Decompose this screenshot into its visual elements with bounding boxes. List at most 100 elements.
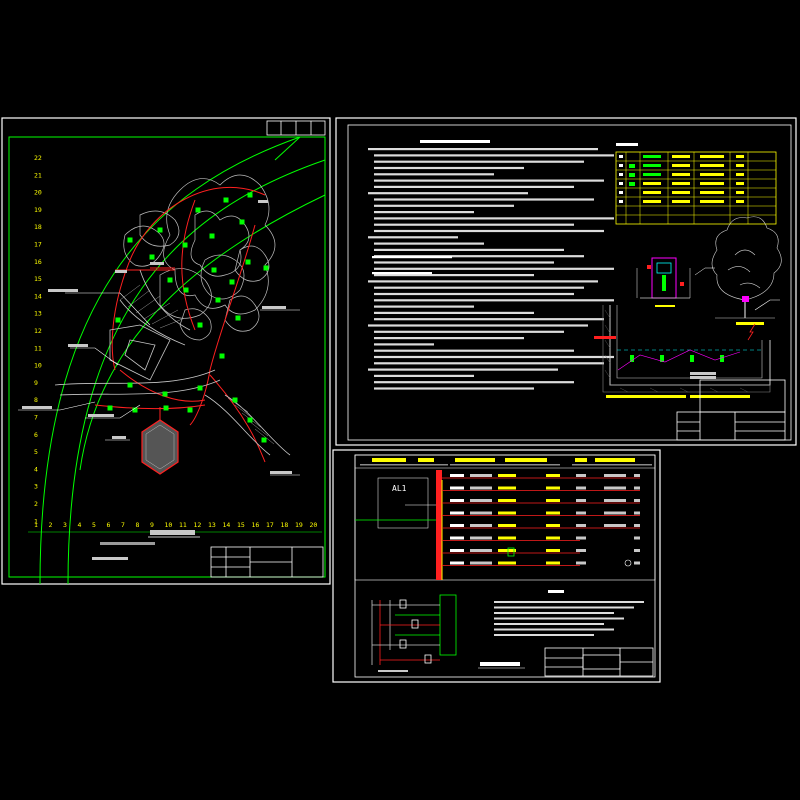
usage-text (604, 511, 626, 515)
usage-text (604, 474, 626, 477)
grid-number-bottom: 2 (49, 521, 53, 529)
grid-number-left: 11 (34, 344, 42, 352)
lamp-marker-icon (163, 405, 169, 411)
grid-axis-numbers-left: 22212019181716151413121110987654321 (34, 154, 42, 525)
table-cell-text (672, 173, 690, 176)
circuit-id-text (450, 549, 464, 552)
grid-number-bottom: 3 (63, 521, 67, 529)
notes-text-line (374, 185, 574, 188)
grid-number-bottom: 18 (281, 521, 289, 529)
notes-text-line (374, 248, 564, 251)
table-cell-text (643, 173, 661, 176)
notes-text-line (374, 154, 614, 157)
breaker-text (470, 536, 492, 540)
notes-text-line (374, 349, 574, 352)
sheet-lighting-plan: 22212019181716151413121110987654321 1234… (1, 117, 331, 585)
annotation-label-bar (270, 471, 292, 474)
lamp-marker-icon (197, 385, 203, 391)
cable-text (498, 474, 516, 477)
notes-text-line (374, 305, 474, 308)
notes-text-line (374, 261, 554, 264)
load-text (576, 486, 586, 490)
lamp-marker-icon (239, 219, 245, 225)
usage-text (604, 524, 626, 527)
power-text (634, 511, 640, 515)
table-cell-text (672, 182, 690, 185)
annotation-label-bar (150, 262, 164, 265)
power-text (634, 561, 640, 565)
breaker-text (470, 524, 492, 527)
notes-text-line (494, 612, 614, 614)
lamp-marker-icon (167, 277, 173, 283)
lamp-marker-icon (107, 405, 113, 411)
notes-text-line (374, 166, 524, 170)
lamp-marker-icon (183, 287, 189, 293)
power-text (634, 474, 640, 477)
cable-text (498, 561, 516, 565)
notes-text-line (494, 601, 644, 603)
distribution-panel-icon: AL1 (355, 470, 443, 580)
lamp-marker-icon (157, 227, 163, 233)
lamp-marker-icon (261, 437, 267, 443)
light-fixture-detail-icon (636, 257, 715, 307)
sheet-distribution-diagram: AL1 (332, 449, 661, 683)
title-block (676, 379, 786, 441)
notes-text-line (494, 634, 594, 636)
sheet-design-notes (335, 117, 797, 446)
schedule-header-sub (450, 464, 560, 466)
grid-number-left: 13 (34, 310, 42, 318)
load-text (576, 536, 586, 540)
cable-text (498, 524, 516, 527)
lamp-marker-group (107, 192, 269, 443)
notes-text-line (494, 623, 604, 625)
load-text (576, 561, 586, 565)
breaker-text (470, 499, 492, 502)
grid-number-bottom: 13 (208, 521, 216, 529)
power-text (634, 486, 640, 490)
breaker-text (470, 511, 492, 515)
table-cell-text (619, 191, 623, 194)
notes-text-line (374, 179, 604, 182)
cable-text (498, 536, 516, 540)
grid-number-bottom: 1 (34, 521, 38, 529)
power-text (634, 499, 640, 502)
meter-icon (624, 559, 632, 567)
load-text (576, 474, 586, 477)
phase-text (546, 511, 560, 515)
notes-text-line (494, 617, 624, 620)
notes-text-line (368, 280, 598, 283)
grid-number-left: 2 (34, 500, 38, 508)
table-symbol-icon (629, 173, 635, 177)
lamp-marker-icon (127, 237, 133, 243)
lamp-marker-icon (235, 315, 241, 321)
notes-text-line (368, 236, 458, 239)
notes-text-line (374, 299, 614, 302)
notes-text-line (374, 242, 484, 245)
table-cell-text (736, 164, 744, 167)
notes-text-line (374, 318, 604, 321)
diagram-title (478, 662, 525, 669)
circuit-id-text (450, 511, 464, 515)
load-text (576, 549, 586, 552)
grid-number-left: 18 (34, 223, 42, 231)
grid-number-left: 8 (34, 396, 38, 404)
lamp-marker-icon (219, 353, 225, 359)
grid-number-bottom: 10 (165, 521, 173, 529)
notes-text-line (374, 160, 584, 163)
breaker-text (470, 561, 492, 565)
notes-text-line (368, 324, 588, 327)
annotation-label-bar (115, 270, 127, 273)
grid-number-left: 9 (34, 379, 38, 387)
load-text (576, 499, 586, 502)
schedule-header-label (372, 458, 406, 462)
grid-number-left: 3 (34, 483, 38, 491)
notes-text-line (374, 173, 494, 176)
lamp-marker-icon (197, 322, 203, 328)
notes-text-line (374, 355, 614, 359)
lamp-marker-icon (229, 279, 235, 285)
table-cell-text (700, 173, 724, 176)
notes-text-line (368, 148, 598, 151)
circuit-id-text (450, 486, 464, 490)
table-cell-text (619, 200, 623, 203)
schedule-header-label (505, 458, 547, 462)
